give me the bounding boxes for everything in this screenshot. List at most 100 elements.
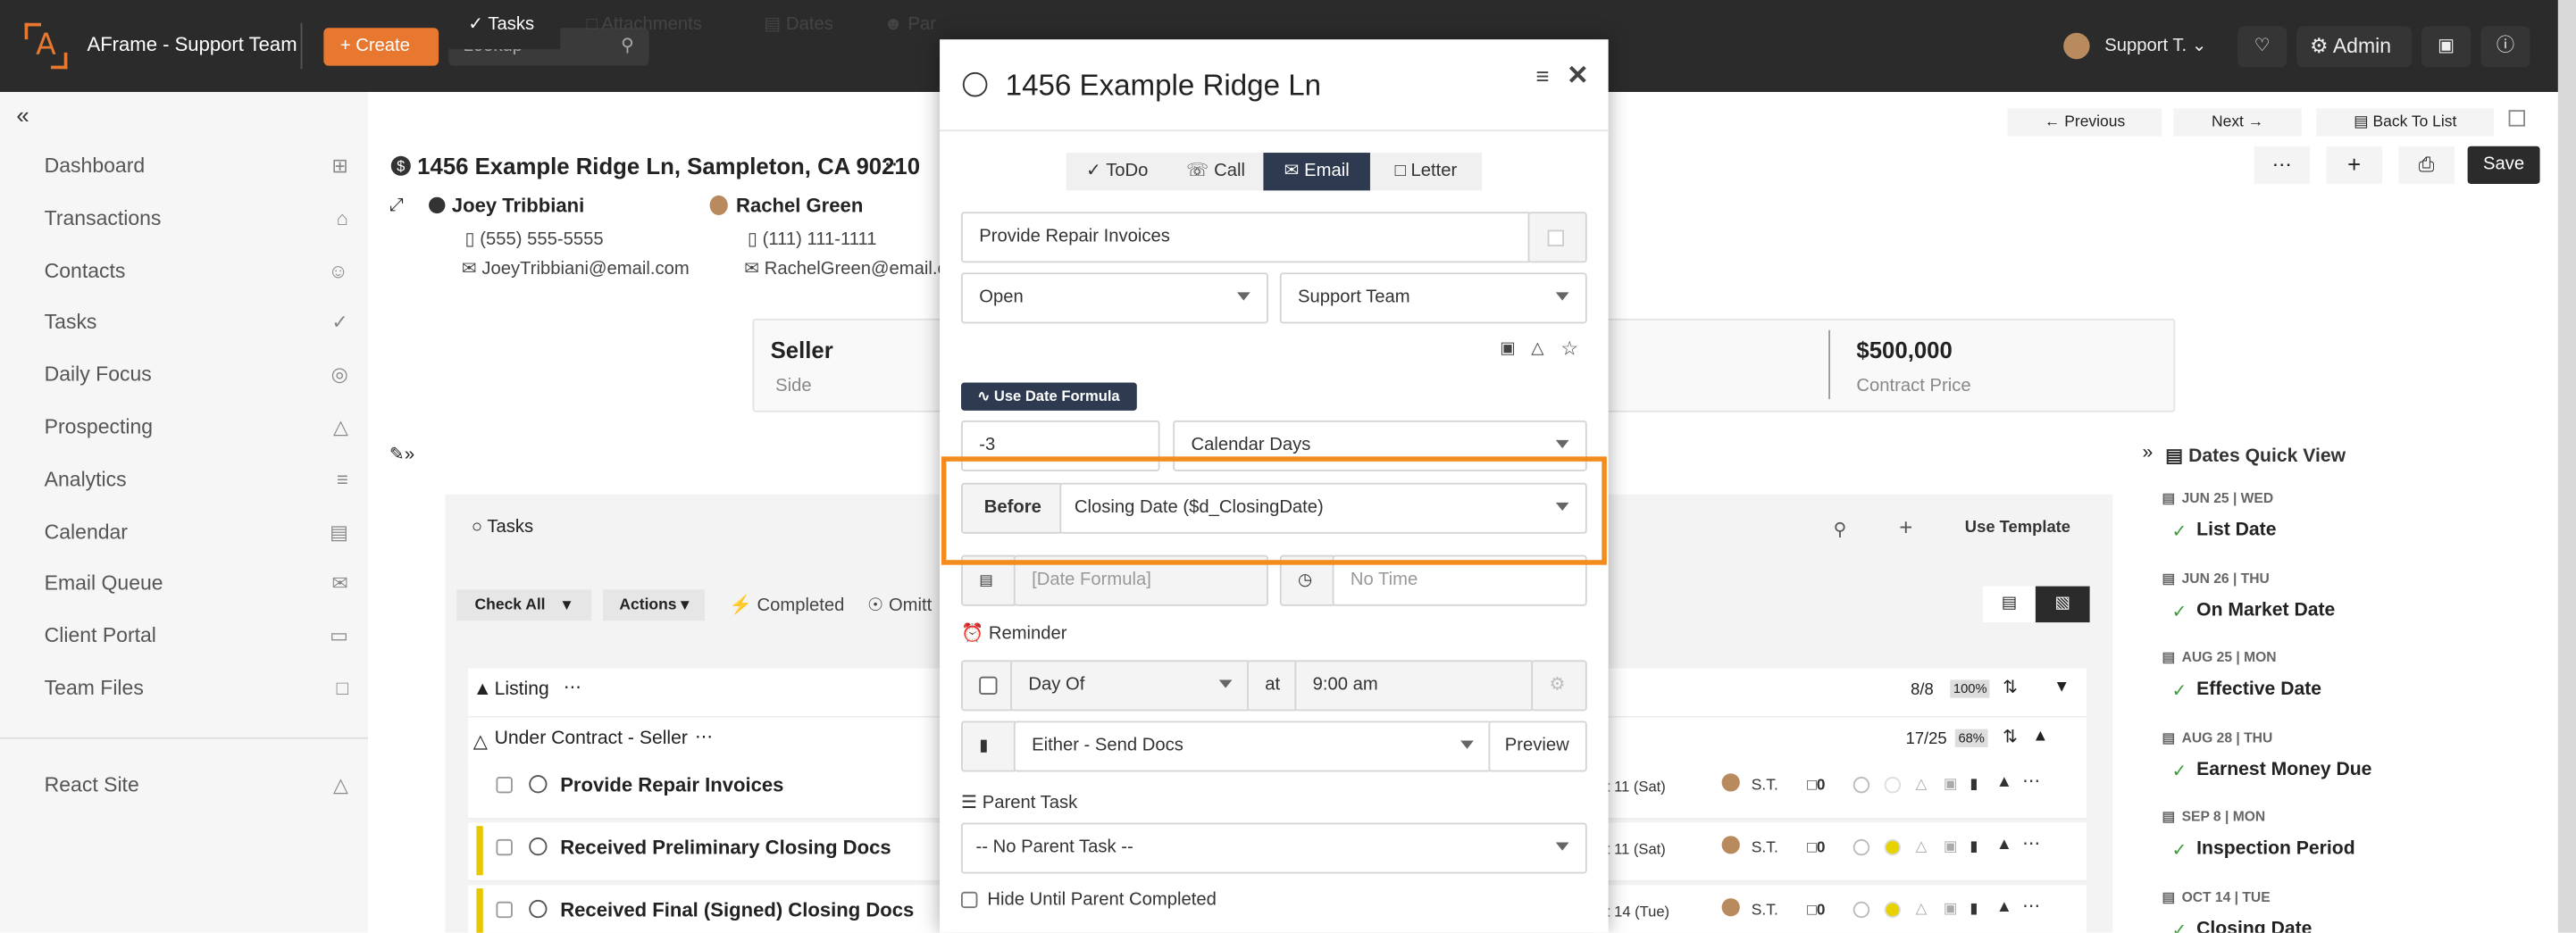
- check-all-button[interactable]: Check All ▾: [456, 589, 592, 621]
- before-after-toggle[interactable]: Before: [960, 482, 1064, 534]
- flag-dot-icon[interactable]: [1884, 838, 1902, 856]
- qv-label[interactable]: Effective Date: [2196, 680, 2321, 700]
- scrollbar[interactable]: [2557, 0, 2576, 933]
- collapse-sidebar-icon[interactable]: «: [16, 102, 29, 128]
- reminder-time-input[interactable]: 9:00 am: [1294, 660, 1535, 712]
- next-button[interactable]: Next →: [2173, 108, 2302, 137]
- complete-circle-icon[interactable]: [529, 899, 548, 919]
- contact2-name[interactable]: Rachel Green: [736, 194, 863, 217]
- contact1-phone[interactable]: ▯ (555) 555-5555: [465, 229, 604, 250]
- flask-icon[interactable]: △: [1916, 837, 1928, 855]
- camera-icon[interactable]: ▣: [1944, 775, 1958, 793]
- document-icon[interactable]: ▮: [1970, 900, 1978, 918]
- contact1-name[interactable]: Joey Tribbiani: [452, 194, 584, 217]
- sidebar-item-contacts[interactable]: Contacts ☺: [45, 259, 348, 292]
- menu-icon[interactable]: ≡: [1535, 62, 1549, 88]
- help-icon[interactable]: ⓘ: [2480, 26, 2530, 68]
- row-checkbox[interactable]: [496, 838, 513, 856]
- calendar-icon[interactable]: ▤: [960, 554, 1017, 606]
- actions-button[interactable]: Actions ▾: [603, 589, 706, 621]
- settings-icon[interactable]: ⚙: [1531, 660, 1587, 712]
- status-circle-icon[interactable]: [1853, 838, 1870, 856]
- close-icon[interactable]: ✕: [1567, 59, 1589, 92]
- flask-icon[interactable]: △: [1916, 775, 1928, 793]
- print-icon[interactable]: ⎙: [2398, 146, 2455, 185]
- more-icon[interactable]: ⋯: [2022, 833, 2040, 854]
- hide-until-checkbox[interactable]: [960, 891, 978, 909]
- row-checkbox[interactable]: [496, 776, 513, 794]
- search-icon[interactable]: ⚲: [1834, 519, 1847, 540]
- qv-label[interactable]: Closing Date: [2196, 920, 2312, 933]
- date-reference-select[interactable]: Closing Date ($d_ClosingDate): [1059, 482, 1587, 534]
- sort-icon[interactable]: ⇅: [2003, 726, 2018, 747]
- status-circle-icon[interactable]: [1853, 901, 1870, 919]
- lock-icon[interactable]: ▲: [1996, 898, 2012, 916]
- flask-icon[interactable]: △: [1916, 900, 1928, 918]
- star-icon[interactable]: ☆: [1560, 337, 1578, 360]
- date-formula-input[interactable]: [Date Formula]: [1013, 554, 1268, 606]
- type-call[interactable]: ☏ Call: [1167, 153, 1264, 191]
- gift-icon[interactable]: ▣: [2421, 26, 2471, 68]
- preview-button[interactable]: Preview: [1488, 721, 1587, 772]
- type-letter[interactable]: □ Letter: [1369, 153, 1483, 191]
- complete-circle-icon[interactable]: [962, 71, 988, 97]
- clock-icon[interactable]: ◷: [1279, 554, 1336, 606]
- sidebar-item-analytics[interactable]: Analytics ≡: [45, 468, 348, 501]
- tab-parties[interactable]: ☻ Par: [884, 0, 936, 49]
- send-docs-select[interactable]: Either - Send Docs: [1013, 721, 1493, 772]
- team-select[interactable]: Support Team: [1279, 272, 1587, 324]
- sidebar-item-prospecting[interactable]: Prospecting △: [45, 415, 348, 448]
- task-name-input[interactable]: Provide Repair Invoices: [960, 212, 1532, 263]
- caret-down-icon[interactable]: ▼: [2053, 679, 2070, 696]
- expand-icon[interactable]: ⤢: [389, 196, 404, 217]
- task-title[interactable]: Provide Repair Invoices: [560, 773, 783, 796]
- sort-icon[interactable]: ⇅: [2003, 677, 2018, 698]
- user-menu[interactable]: Support T. ⌄: [2063, 26, 2228, 67]
- edit-expand-icon[interactable]: ✎»: [389, 444, 414, 464]
- use-template-button[interactable]: Use Template: [1965, 519, 2070, 537]
- lock-icon[interactable]: ▲: [1996, 836, 2012, 854]
- sidebar-item-transactions[interactable]: Transactions ⌂: [45, 206, 348, 239]
- contact1-email[interactable]: ✉ JoeyTribbiani@email.com: [462, 258, 690, 279]
- sidebar-item-tasks[interactable]: Tasks ✓: [45, 311, 348, 344]
- tab-dates[interactable]: ▤ Dates: [764, 0, 833, 49]
- expand-icon[interactable]: »: [2142, 444, 2153, 463]
- type-email[interactable]: ✉ Email: [1263, 153, 1370, 191]
- offset-input[interactable]: -3: [960, 420, 1160, 471]
- time-input[interactable]: No Time: [1332, 554, 1587, 606]
- contact2-phone[interactable]: ▯ (111) 111-1111: [748, 229, 877, 250]
- comments-count[interactable]: □0: [1807, 902, 1825, 920]
- document-icon[interactable]: ▮: [1970, 775, 1978, 793]
- camera-icon[interactable]: ▣: [1944, 837, 1958, 855]
- status-circle-icon[interactable]: [1853, 776, 1870, 794]
- qv-label[interactable]: Earnest Money Due: [2196, 760, 2371, 779]
- add-icon[interactable]: +: [2326, 146, 2382, 185]
- omitted-toggle[interactable]: ☉ Omitt: [867, 595, 932, 616]
- complete-circle-icon[interactable]: [529, 837, 548, 856]
- parent-task-select[interactable]: -- No Parent Task --: [960, 822, 1587, 874]
- sidebar-item-calendar[interactable]: Calendar ▤: [45, 520, 348, 553]
- tab-attachments[interactable]: □ Attachments: [587, 0, 702, 49]
- day-type-select[interactable]: Calendar Days: [1173, 420, 1587, 471]
- flag-dot-icon[interactable]: [1884, 901, 1902, 919]
- document-icon[interactable]: ▮: [1970, 837, 1978, 855]
- folder-view-icon[interactable]: ▧: [2035, 586, 2090, 623]
- select-checkbox[interactable]: [2508, 110, 2526, 127]
- more-options-icon[interactable]: ⋯: [884, 151, 906, 177]
- tab-tasks[interactable]: ✓ Tasks: [445, 0, 561, 50]
- qv-label[interactable]: Inspection Period: [2196, 840, 2354, 860]
- completed-toggle[interactable]: ⚡ Completed: [730, 595, 845, 616]
- task-title[interactable]: Received Final (Signed) Closing Docs: [560, 898, 914, 921]
- more-icon[interactable]: ⋯: [695, 726, 713, 747]
- more-icon[interactable]: ⋯: [2254, 146, 2311, 185]
- save-button[interactable]: Save: [2467, 146, 2540, 185]
- sidebar-item-react-site[interactable]: React Site △: [45, 773, 348, 806]
- row-checkbox[interactable]: [496, 901, 513, 919]
- contact2-email[interactable]: ✉ RachelGreen@email.c: [744, 258, 946, 279]
- sidebar-item-daily-focus[interactable]: Daily Focus ◎: [45, 363, 348, 396]
- type-todo[interactable]: ✓ ToDo: [1066, 153, 1168, 191]
- comments-count[interactable]: □0: [1807, 777, 1825, 795]
- more-icon[interactable]: ⋯: [2022, 895, 2040, 916]
- qv-label[interactable]: On Market Date: [2196, 600, 2335, 620]
- create-button[interactable]: + Create: [323, 28, 439, 66]
